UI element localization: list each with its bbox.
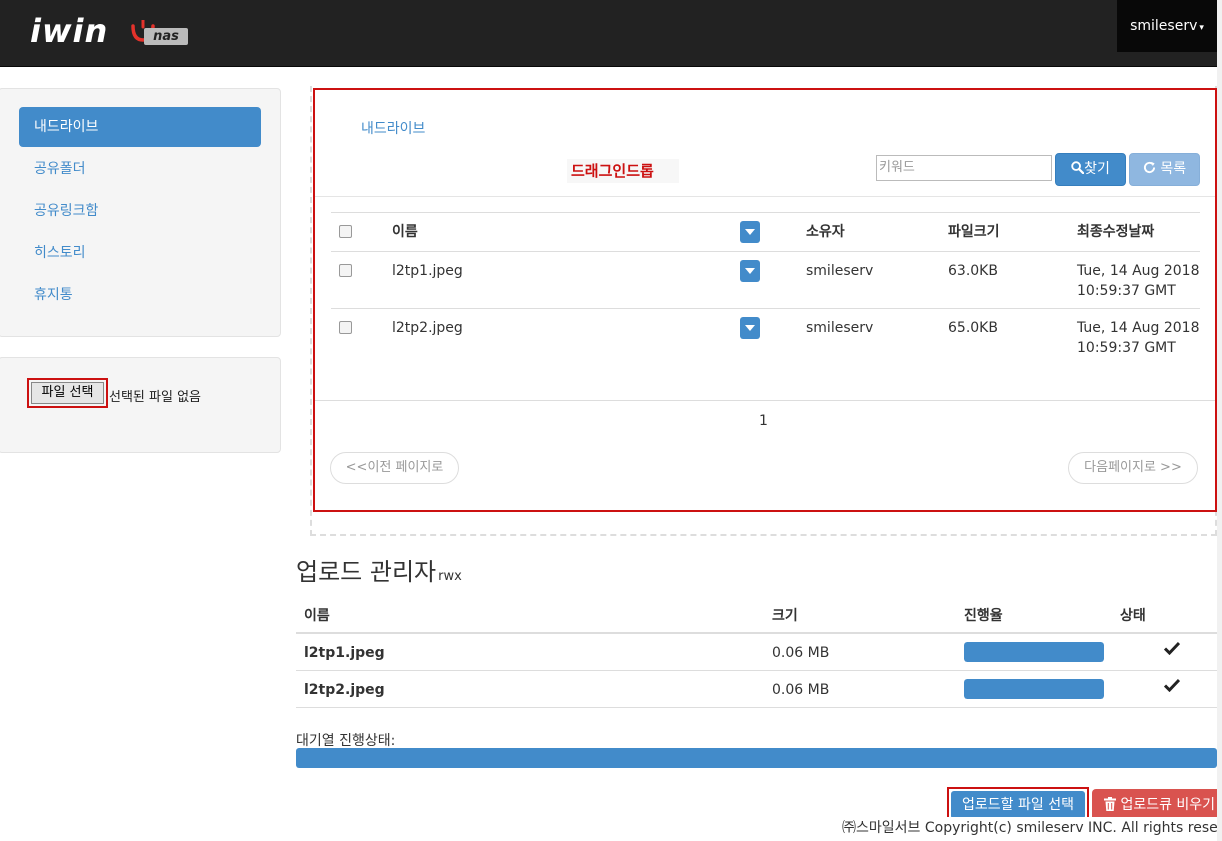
queue-progress-fill bbox=[296, 748, 1217, 768]
sidebar-item-trash[interactable]: 휴지통 bbox=[19, 275, 261, 315]
select-all-checkbox[interactable] bbox=[339, 225, 352, 238]
upload-file-name: l2tp1.jpeg bbox=[304, 645, 385, 661]
column-progress: 진행율 bbox=[964, 608, 1003, 624]
column-size: 크기 bbox=[772, 608, 798, 624]
sidebar-item-shared-links[interactable]: 공유링크함 bbox=[19, 191, 261, 231]
upload-table-header: 이름 크기 진행율 상태 bbox=[296, 598, 1217, 634]
drag-drop-label: 드래그인드롭 bbox=[567, 159, 679, 183]
search-button-label: 찾기 bbox=[1084, 161, 1110, 177]
column-status: 상태 bbox=[1120, 608, 1146, 624]
upload-progress-fill bbox=[964, 642, 1104, 662]
checkmark-icon bbox=[1164, 678, 1180, 692]
page-edge bbox=[1217, 0, 1222, 841]
pagination: 1 <<이전 페이지로 다음페이지로 >> bbox=[315, 400, 1215, 510]
upload-row: l2tp1.jpeg 0.06 MB bbox=[296, 634, 1217, 671]
file-picker-panel: 파일 선택 선택된 파일 없음 bbox=[0, 357, 281, 453]
upload-manager-title: 업로드 관리자 rwx bbox=[296, 552, 462, 587]
column-name: 이름 bbox=[304, 608, 330, 624]
logo[interactable]: iwin nas bbox=[30, 12, 195, 54]
file-modified-time: 10:59:37 GMT bbox=[1077, 283, 1176, 299]
upload-manager-title-text: 업로드 관리자 bbox=[296, 558, 437, 586]
search-button[interactable]: 찾기 bbox=[1055, 153, 1126, 186]
column-name: 이름 bbox=[392, 224, 418, 240]
file-select-button[interactable]: 파일 선택 bbox=[31, 382, 104, 404]
sidebar-item-shared-folder[interactable]: 공유폴더 bbox=[19, 149, 261, 189]
breadcrumb[interactable]: 내드라이브 bbox=[361, 118, 425, 138]
file-table-header: 이름 소유자 파일크기 최종수정날짜 bbox=[331, 212, 1200, 251]
prev-page-button[interactable]: <<이전 페이지로 bbox=[330, 452, 459, 484]
logo-badge: nas bbox=[144, 28, 188, 45]
file-size: 63.0KB bbox=[948, 263, 998, 279]
file-select-status: 선택된 파일 없음 bbox=[109, 390, 201, 405]
trash-icon bbox=[1104, 797, 1116, 811]
file-name-link[interactable]: l2tp2.jpeg bbox=[392, 318, 463, 338]
upload-file-name: l2tp2.jpeg bbox=[304, 682, 385, 698]
user-menu[interactable]: smileserv ▾ bbox=[1117, 0, 1217, 52]
upload-progress-fill bbox=[964, 679, 1104, 699]
caret-down-icon: ▾ bbox=[1199, 23, 1204, 33]
refresh-icon bbox=[1143, 161, 1155, 174]
file-owner: smileserv bbox=[806, 263, 874, 279]
file-modified-date: Tue, 14 Aug 2018 bbox=[1077, 263, 1200, 279]
checkmark-icon bbox=[1164, 641, 1180, 655]
sidebar-item-history[interactable]: 히스토리 bbox=[19, 233, 261, 273]
list-button-label: 목록 bbox=[1160, 161, 1187, 177]
caret-down-icon bbox=[745, 229, 755, 235]
search-icon bbox=[1071, 161, 1085, 175]
table-row[interactable]: l2tp1.jpeg smileserv 63.0KB Tue, 14 Aug … bbox=[331, 251, 1200, 308]
upload-file-size: 0.06 MB bbox=[772, 682, 830, 698]
upload-select-button[interactable]: 업로드할 파일 선택 bbox=[951, 791, 1085, 819]
file-modified-date: Tue, 14 Aug 2018 bbox=[1077, 320, 1200, 336]
search-input[interactable]: 키워드 bbox=[876, 155, 1052, 181]
file-modified-time: 10:59:37 GMT bbox=[1077, 340, 1176, 356]
column-size: 파일크기 bbox=[948, 224, 1000, 240]
clear-queue-label: 업로드큐 비우기 bbox=[1120, 797, 1216, 813]
next-page-button[interactable]: 다음페이지로 >> bbox=[1068, 452, 1198, 484]
list-button[interactable]: 목록 bbox=[1129, 153, 1200, 186]
queue-label: 대기열 진행상태: bbox=[296, 733, 396, 749]
user-name: smileserv bbox=[1130, 18, 1198, 34]
top-navbar: iwin nas smileserv ▾ bbox=[0, 0, 1217, 67]
upload-row: l2tp2.jpeg 0.06 MB bbox=[296, 671, 1217, 708]
footer-copyright: ㈜스마일서브 Copyright(c) smileserv INC. All r… bbox=[842, 817, 1222, 837]
row-checkbox[interactable] bbox=[339, 264, 352, 277]
queue-progress-bar bbox=[296, 748, 1217, 768]
header-dropdown-button[interactable] bbox=[740, 221, 760, 243]
sidebar-nav-panel: 내드라이브 공유폴더 공유링크함 히스토리 휴지통 bbox=[0, 88, 281, 337]
column-owner: 소유자 bbox=[806, 224, 845, 240]
row-checkbox[interactable] bbox=[339, 321, 352, 334]
upload-manager-subtitle: rwx bbox=[438, 569, 462, 584]
column-modified: 최종수정날짜 bbox=[1077, 224, 1155, 240]
upload-progress-bar bbox=[964, 679, 1104, 699]
caret-down-icon bbox=[745, 325, 755, 331]
file-name-link[interactable]: l2tp1.jpeg bbox=[392, 261, 463, 281]
caret-down-icon bbox=[745, 268, 755, 274]
drop-zone[interactable]: 내드라이브 드래그인드롭 키워드 찾기 목록 이름 소유자 파일크기 최종수정날… bbox=[313, 88, 1217, 512]
logo-text: iwin bbox=[30, 12, 109, 50]
row-dropdown-button[interactable] bbox=[740, 260, 760, 282]
upload-file-size: 0.06 MB bbox=[772, 645, 830, 661]
sidebar-item-my-drive[interactable]: 내드라이브 bbox=[19, 107, 261, 147]
upload-progress-bar bbox=[964, 642, 1104, 662]
table-row[interactable]: l2tp2.jpeg smileserv 65.0KB Tue, 14 Aug … bbox=[331, 308, 1200, 365]
file-size: 65.0KB bbox=[948, 320, 998, 336]
file-table: 이름 소유자 파일크기 최종수정날짜 l2tp1.jpeg smileserv … bbox=[331, 212, 1200, 365]
row-dropdown-button[interactable] bbox=[740, 317, 760, 339]
file-owner: smileserv bbox=[806, 320, 874, 336]
divider bbox=[315, 196, 1215, 197]
upload-table: 이름 크기 진행율 상태 l2tp1.jpeg 0.06 MB l2tp2.jp… bbox=[296, 598, 1217, 708]
file-select-highlight: 파일 선택 bbox=[27, 378, 108, 408]
page-number[interactable]: 1 bbox=[759, 413, 768, 429]
